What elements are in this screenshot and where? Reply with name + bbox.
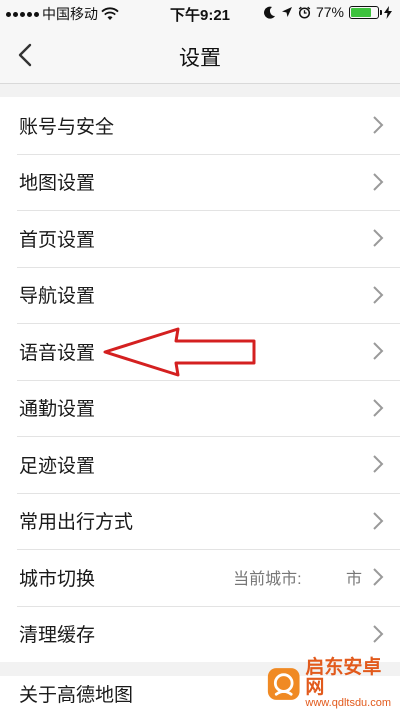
settings-item-label: 首页设置 bbox=[19, 229, 96, 251]
settings-item-travel-mode[interactable]: 常用出行方式 bbox=[0, 492, 400, 549]
settings-item-label: 账号与安全 bbox=[19, 116, 115, 138]
settings-item-label: 地图设置 bbox=[19, 173, 96, 195]
chevron-right-icon bbox=[373, 173, 384, 191]
alarm-icon bbox=[298, 6, 311, 19]
chevron-right-icon bbox=[373, 342, 384, 360]
settings-item-label: 导航设置 bbox=[19, 286, 96, 308]
settings-item-label: 城市切换 bbox=[19, 568, 96, 590]
settings-item-footprint[interactable]: 足迹设置 bbox=[0, 436, 400, 493]
settings-item-label: 通勤设置 bbox=[19, 399, 96, 421]
watermark-main-text: 启东安卓网 bbox=[305, 657, 382, 699]
status-bar: 中国移动 下午9:21 77% bbox=[0, 0, 400, 26]
settings-item-voice[interactable]: 语音设置 bbox=[0, 323, 400, 380]
location-arrow-icon bbox=[281, 7, 292, 17]
settings-item-label: 足迹设置 bbox=[19, 455, 96, 477]
chevron-right-icon bbox=[373, 568, 384, 586]
chevron-right-icon bbox=[373, 116, 384, 134]
watermark-logo-icon bbox=[267, 668, 300, 700]
settings-item-navigation[interactable]: 导航设置 bbox=[0, 266, 400, 323]
settings-item-map[interactable]: 地图设置 bbox=[0, 153, 400, 210]
current-city-value: 当前城市: 市 bbox=[233, 571, 362, 589]
settings-item-account-security[interactable]: 账号与安全 bbox=[0, 97, 400, 154]
chevron-right-icon bbox=[373, 455, 384, 473]
settings-item-label: 关于高德地图 bbox=[19, 684, 134, 706]
settings-item-city-switch[interactable]: 城市切换 当前城市: 市 bbox=[0, 549, 400, 606]
chevron-right-icon bbox=[373, 286, 384, 304]
watermark-sub-text: www.qdltsdu.com bbox=[305, 697, 392, 710]
chevron-right-icon bbox=[373, 399, 384, 417]
page-title: 设置 bbox=[179, 47, 221, 70]
settings-item-label: 常用出行方式 bbox=[19, 512, 134, 534]
battery-fill bbox=[351, 7, 372, 17]
chevron-right-icon bbox=[373, 229, 384, 247]
settings-item-home[interactable]: 首页设置 bbox=[0, 210, 400, 267]
watermark-text: 启东安卓网 www.qdltsdu.com bbox=[305, 658, 394, 709]
settings-item-commute[interactable]: 通勤设置 bbox=[0, 379, 400, 436]
chevron-right-icon bbox=[373, 512, 384, 530]
watermark: 启东安卓网 www.qdltsdu.com bbox=[266, 658, 394, 709]
charging-bolt-icon bbox=[384, 5, 392, 19]
settings-item-label: 清理缓存 bbox=[19, 625, 96, 647]
moon-icon bbox=[263, 6, 275, 19]
settings-list: 账号与安全 地图设置 首页设置 导航设置 语音设置 通勤设置 足迹设置 常用出行… bbox=[0, 97, 400, 662]
settings-item-label: 语音设置 bbox=[19, 342, 96, 364]
nav-bar: 设置 bbox=[0, 26, 400, 84]
settings-item-clear-cache[interactable]: 清理缓存 bbox=[0, 605, 400, 662]
chevron-right-icon bbox=[373, 625, 384, 643]
status-right: 77% bbox=[263, 4, 392, 20]
battery-icon bbox=[349, 5, 382, 19]
battery-percent: 77% bbox=[315, 4, 344, 20]
